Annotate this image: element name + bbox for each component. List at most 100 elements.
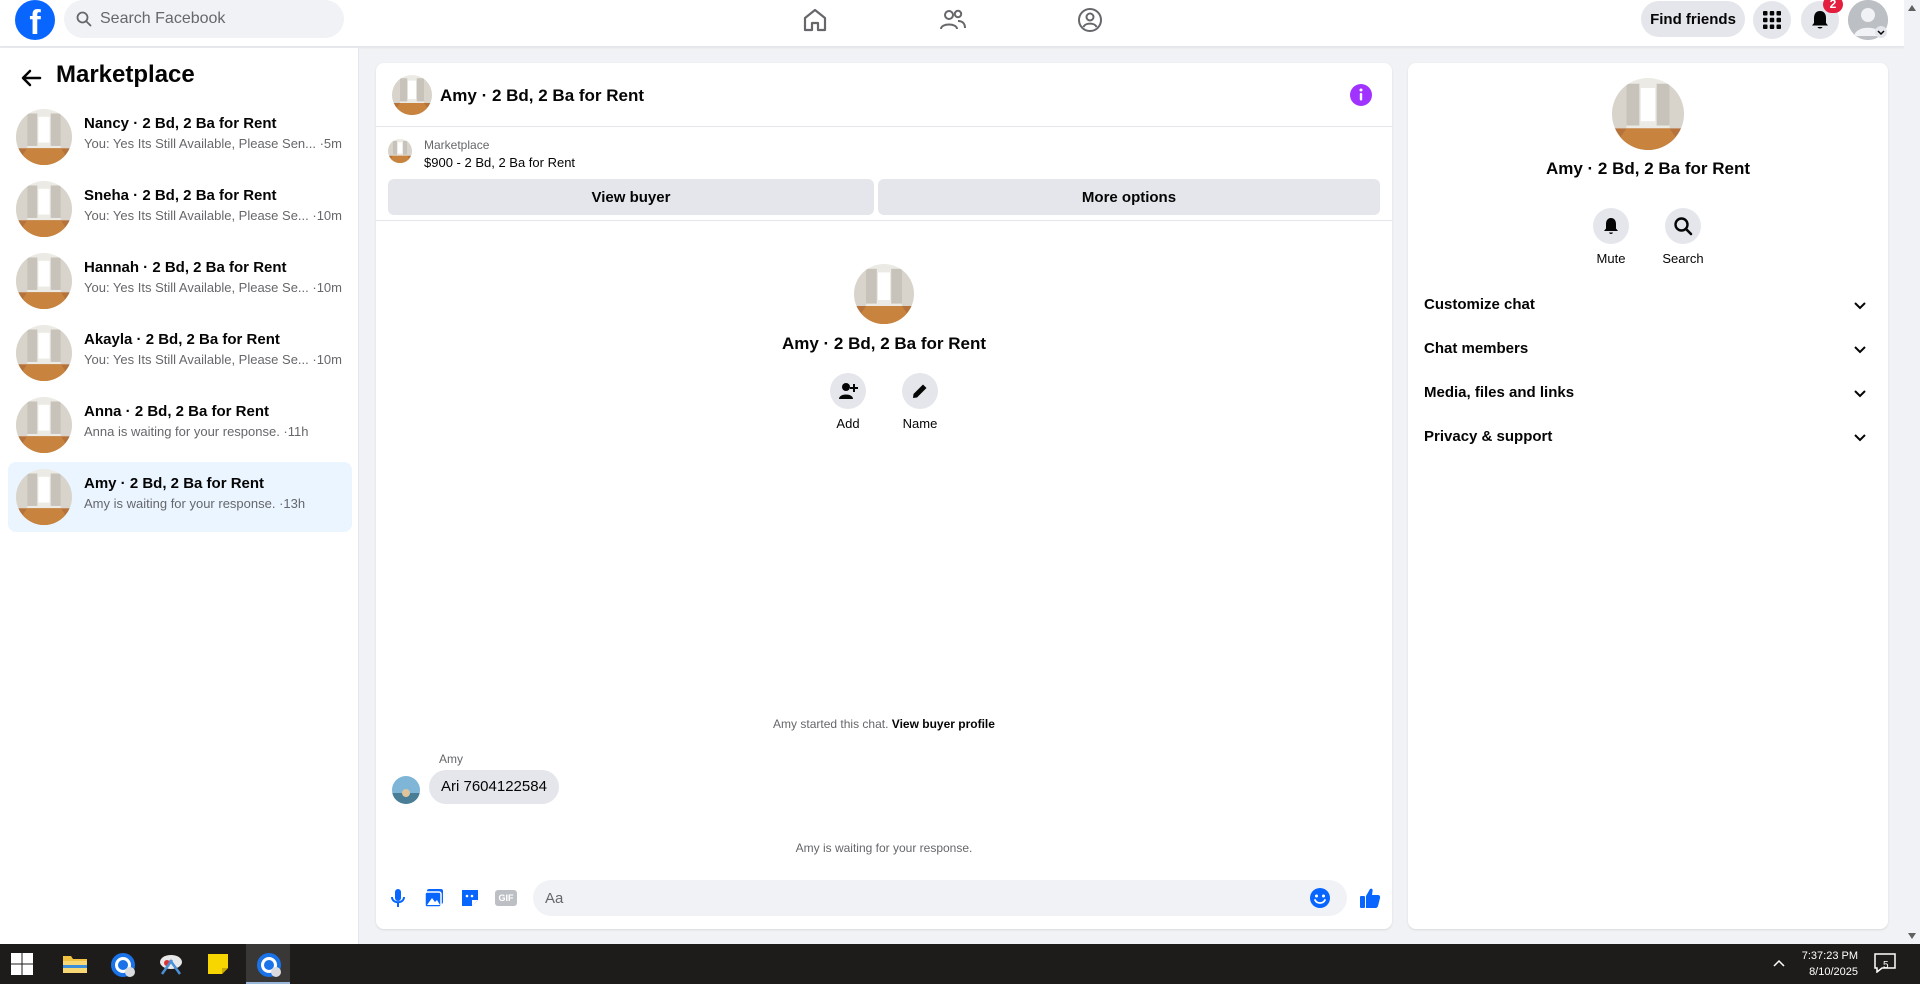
mute-label: Mute <box>1596 251 1626 266</box>
taskbar-clock[interactable]: 7:37:23 PM 8/10/2025 <box>1778 948 1858 980</box>
view-buyer-profile-link[interactable]: View buyer profile <box>892 717 995 731</box>
windows-logo-icon <box>11 953 33 975</box>
chat-window: Amy · 2 Bd, 2 Ba for Rent Marketplace $9… <box>376 63 1392 929</box>
conversation-item-amy[interactable]: Amy · 2 Bd, 2 Ba for Rent Amy is waiting… <box>8 462 352 532</box>
conversation-item-hannah[interactable]: Hannah · 2 Bd, 2 Ba for Rent You: Yes It… <box>8 246 352 316</box>
conversation-preview: You: Yes Its Still Available, Please Se.… <box>84 352 342 367</box>
chat-header-thumbnail[interactable] <box>392 75 432 115</box>
pencil-icon <box>913 384 927 398</box>
facebook-logo[interactable]: f <box>15 0 55 40</box>
chat-started-notice: Amy started this chat. View buyer profil… <box>376 717 1392 731</box>
microphone-icon[interactable] <box>386 886 410 910</box>
chevron-down-icon <box>1854 434 1866 442</box>
gif-icon[interactable]: GIF <box>494 886 518 910</box>
section-label: Privacy & support <box>1424 428 1553 445</box>
groups-icon[interactable] <box>1076 6 1104 34</box>
action-center-button[interactable]: 5 <box>1874 952 1900 976</box>
gif-label: GIF <box>495 890 517 906</box>
conversation-preview: You: Yes Its Still Available, Please Se.… <box>84 208 342 223</box>
sticker-icon[interactable] <box>458 886 482 910</box>
search-input[interactable] <box>100 0 330 38</box>
chat-details-panel: Amy · 2 Bd, 2 Ba for Rent Mute Search Cu… <box>1408 63 1888 929</box>
conversation-item-anna[interactable]: Anna · 2 Bd, 2 Ba for Rent Anna is waiti… <box>8 390 352 460</box>
find-friends-button[interactable]: Find friends <box>1641 1 1745 37</box>
emoji-icon[interactable] <box>1309 887 1331 909</box>
listing-thumbnail <box>16 181 72 237</box>
chat-members-section[interactable]: Chat members <box>1416 328 1880 370</box>
message-input[interactable] <box>545 880 1305 916</box>
friends-icon[interactable] <box>939 6 967 34</box>
add-people-action[interactable]: Add <box>818 373 878 431</box>
info-icon[interactable] <box>1350 84 1372 106</box>
conversation-item-nancy[interactable]: Nancy · 2 Bd, 2 Ba for Rent You: Yes Its… <box>8 102 352 172</box>
conversation-preview: Amy is waiting for your response. ·13h <box>84 496 306 511</box>
account-chevron-down-icon[interactable] <box>1875 26 1887 38</box>
snipping-tool-taskbar-button[interactable] <box>148 944 192 984</box>
thumbs-up-icon[interactable] <box>1358 886 1382 910</box>
chat-title[interactable]: Amy · 2 Bd, 2 Ba for Rent <box>440 86 644 106</box>
chat-header: Amy · 2 Bd, 2 Ba for Rent <box>376 63 1392 127</box>
conversation-item-akayla[interactable]: Akayla · 2 Bd, 2 Ba for Rent You: Yes It… <box>8 318 352 388</box>
page-scrollbar[interactable] <box>1904 0 1920 944</box>
file-explorer-taskbar-button[interactable] <box>52 944 96 984</box>
search-facebook-box[interactable] <box>64 0 344 38</box>
search-icon <box>1674 217 1693 236</box>
photo-gallery-icon[interactable] <box>422 886 446 910</box>
scroll-up-arrow-icon[interactable] <box>1907 3 1917 13</box>
name-chat-action[interactable]: Name <box>890 373 950 431</box>
listing-title[interactable]: $900 - 2 Bd, 2 Ba for Rent <box>424 155 575 170</box>
conversation-name: Amy · 2 Bd, 2 Ba for Rent <box>84 475 265 492</box>
top-navigation-bar: f Find friends 2 <box>0 0 1904 47</box>
mute-action[interactable]: Mute <box>1576 208 1646 266</box>
conversation-name: Nancy · 2 Bd, 2 Ba for Rent <box>84 115 277 132</box>
chrome-icon <box>257 953 281 977</box>
notification-count-badge: 2 <box>1823 0 1843 13</box>
add-label: Add <box>836 416 860 431</box>
customize-chat-section[interactable]: Customize chat <box>1416 284 1880 326</box>
sender-avatar[interactable] <box>392 776 420 804</box>
conversation-preview: You: Yes Its Still Available, Please Sen… <box>84 136 342 151</box>
conversation-name: Sneha · 2 Bd, 2 Ba for Rent <box>84 187 277 204</box>
conversation-name: Hannah · 2 Bd, 2 Ba for Rent <box>84 259 287 276</box>
message-composer: GIF <box>376 875 1392 921</box>
view-buyer-button[interactable]: View buyer <box>388 179 874 215</box>
listing-source: Marketplace <box>424 138 490 152</box>
section-label: Media, files and links <box>1424 384 1575 401</box>
listing-thumbnail <box>16 469 72 525</box>
chrome-taskbar-button-1[interactable] <box>100 944 144 984</box>
details-thumbnail <box>1612 78 1684 150</box>
chevron-down-icon <box>1854 302 1866 310</box>
search-in-chat-action[interactable]: Search <box>1648 208 1718 266</box>
chrome-icon <box>111 953 135 977</box>
chat-hero-thumbnail <box>854 264 914 324</box>
folder-icon <box>63 956 87 973</box>
chrome-taskbar-button-2[interactable] <box>246 944 290 984</box>
sticky-notes-taskbar-button[interactable] <box>196 944 240 984</box>
sticky-notes-icon <box>208 954 228 974</box>
menu-button[interactable] <box>1753 1 1791 39</box>
message-bubble[interactable]: Ari 7604122584 <box>429 770 559 804</box>
name-label: Name <box>902 416 938 431</box>
scroll-down-arrow-icon[interactable] <box>1907 931 1917 941</box>
conversation-item-sneha[interactable]: Sneha · 2 Bd, 2 Ba for Rent You: Yes Its… <box>8 174 352 244</box>
privacy-support-section[interactable]: Privacy & support <box>1416 416 1880 458</box>
waiting-notice: Amy is waiting for your response. <box>795 841 973 855</box>
menu-grid-icon <box>1763 11 1781 29</box>
back-arrow-icon[interactable] <box>18 64 46 92</box>
chevron-down-icon <box>1854 346 1866 354</box>
listing-thumbnail <box>388 139 412 163</box>
start-button[interactable] <box>0 944 44 984</box>
add-person-icon <box>839 383 858 399</box>
bell-icon <box>1604 218 1618 234</box>
home-icon[interactable] <box>801 6 829 34</box>
more-options-button[interactable]: More options <box>878 179 1380 215</box>
search-label: Search <box>1662 251 1704 266</box>
listing-thumbnail <box>16 253 72 309</box>
media-files-links-section[interactable]: Media, files and links <box>1416 372 1880 414</box>
section-label: Customize chat <box>1424 296 1535 313</box>
message-input-box[interactable] <box>533 880 1347 916</box>
listing-thumbnail <box>16 325 72 381</box>
chevron-down-icon <box>1854 390 1866 398</box>
conversation-preview: Anna is waiting for your response. ·11h <box>84 424 309 439</box>
conversation-name: Anna · 2 Bd, 2 Ba for Rent <box>84 403 270 420</box>
